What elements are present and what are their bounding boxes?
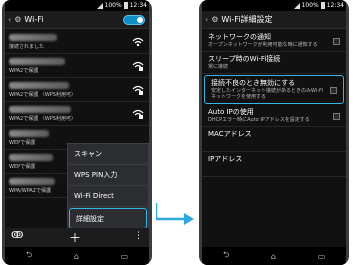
network-name-blurred [9,82,69,89]
back-icon[interactable]: ⮌ [223,249,229,263]
avoid-poor-connection-checkbox[interactable] [330,86,337,94]
network-name-blurred [9,130,49,137]
setting-title: スリープ時のWi-Fi接続 [208,55,281,63]
battery-percent: 100% [104,2,122,9]
phone-right: 100% 12:34 ‹ ⚙ Wi-Fi詳細設定 ネットワークの通知 オープンネ… [199,0,349,265]
wifi-signal-icon [132,37,144,47]
network-name-blurred [9,34,57,41]
network-status: 接続されました [9,44,45,50]
network-name-blurred [9,58,65,65]
setting-avoid-poor-connection[interactable]: 接続不良のとき無効にする 安定したインターネット接続があるときのみWi-Fiネッ… [204,75,344,104]
setting-subtitle: 安定したインターネット接続があるときのみWi-Fiネットワークを使用する [211,88,323,100]
network-status: WPA2で保護 （WPS利用可） [9,92,76,98]
status-bar: 100% 12:34 [5,0,149,11]
network-name-blurred [9,154,53,161]
network-status: WEPで保護 [9,164,36,170]
network-status: WPA2で保護 （WPS利用可） [9,116,76,122]
network-name-blurred [9,106,71,113]
wifi-lock-icon [132,61,144,71]
navigation-bar: ⮌ ⌂ ▭ [202,247,346,265]
recent-apps-icon[interactable]: ▭ [121,252,129,261]
setting-subtitle: オープンネットワークが利用可能な時に通知する [208,42,318,48]
setting-subtitle: 常に接続 [208,64,229,70]
status-bar: 100% 12:34 [202,0,346,11]
auto-ip-checkbox[interactable] [333,112,340,120]
setting-sleep-wifi[interactable]: スリープ時のWi-Fi接続 常に接続 [202,52,346,74]
wifi-screen: 100% 12:34 ‹ ⚙ Wi-Fi 接続されました WPA2で保護 WPA… [5,0,149,265]
setting-title: ネットワークの通知 [208,33,271,41]
arrow-icon [156,203,194,225]
setting-title: 接続不良のとき無効にする [211,79,296,87]
battery-icon [123,2,128,9]
setting-network-notification[interactable]: ネットワークの通知 オープンネットワークが利用可能な時に通知する [202,30,346,52]
add-network-icon[interactable]: ＋ [69,229,81,246]
wifi-lock-icon [132,85,144,95]
action-bar: ‹ ⚙ Wi-Fi [5,11,149,29]
recent-apps-icon[interactable]: ▭ [318,252,326,261]
navigation-bar: ⮌ ⌂ ▭ [5,247,149,265]
clock: 12:34 [326,2,344,9]
setting-auto-ip[interactable]: Auto IPの使用 DHCPエラー時にAuto IPアドレスを設定する [202,105,346,127]
setting-title: MACアドレス [208,130,252,138]
setting-ip-address: IPアドレス [202,152,346,177]
wifi-lock-icon [132,109,144,119]
wifi-advanced-screen: 100% 12:34 ‹ ⚙ Wi-Fi詳細設定 ネットワークの通知 オープンネ… [202,0,346,265]
wifi-network-item[interactable]: 接続されました [5,30,149,54]
menu-item-wps-pin[interactable]: WPS PIN入力 [68,165,148,186]
back-icon[interactable]: ⮌ [26,249,32,263]
battery-icon [320,2,325,9]
back-chevron-icon[interactable]: ‹ [205,15,208,24]
wifi-network-item[interactable]: WPA2で保護 （WPS利用可） [5,102,149,126]
signal-icon [96,2,103,9]
menu-item-wifi-direct[interactable]: Wi-Fi Direct [68,186,148,207]
signal-icon [293,2,300,9]
options-menu: スキャン WPS PIN入力 Wi-Fi Direct 詳細設定 [67,143,149,231]
network-status: WPA/WPA2で保護 [9,188,51,194]
menu-item-advanced-settings[interactable]: 詳細設定 [69,208,147,229]
home-icon[interactable]: ⌂ [74,252,79,261]
back-chevron-icon[interactable]: ‹ [8,15,11,24]
menu-item-scan[interactable]: スキャン [68,144,148,165]
wifi-toggle[interactable] [123,15,145,25]
bottom-action-bar: ↂ ＋ ⋮ [5,228,149,247]
overflow-menu-icon[interactable]: ⋮ [134,231,143,241]
setting-mac-address: MACアドレス [202,127,346,152]
setting-title: Auto IPの使用 [208,108,254,116]
advanced-settings-list: ネットワークの通知 オープンネットワークが利用可能な時に通知する スリープ時のW… [202,30,346,177]
phone-left: 100% 12:34 ‹ ⚙ Wi-Fi 接続されました WPA2で保護 WPA… [2,0,152,265]
setting-title: IPアドレス [208,155,243,163]
notification-checkbox[interactable] [333,37,340,45]
page-title: Wi-Fi [24,15,44,24]
gear-icon[interactable]: ⚙ [14,15,21,24]
setting-subtitle: DHCPエラー時にAuto IPアドレスを設定する [208,117,310,123]
network-status: WPA2で保護 [9,68,39,74]
page-title: Wi-Fi詳細設定 [221,15,273,24]
network-status: WEPで保護 [9,140,36,146]
wifi-network-item[interactable]: WPA2で保護 [5,54,149,78]
network-name-blurred [9,178,55,185]
wps-icon[interactable]: ↂ [11,230,23,241]
clock: 12:34 [129,2,147,9]
battery-percent: 100% [301,2,319,9]
action-bar: ‹ ⚙ Wi-Fi詳細設定 [202,11,346,29]
home-icon[interactable]: ⌂ [271,252,276,261]
gear-icon[interactable]: ⚙ [211,15,218,24]
wifi-network-item[interactable]: WPA2で保護 （WPS利用可） [5,78,149,102]
